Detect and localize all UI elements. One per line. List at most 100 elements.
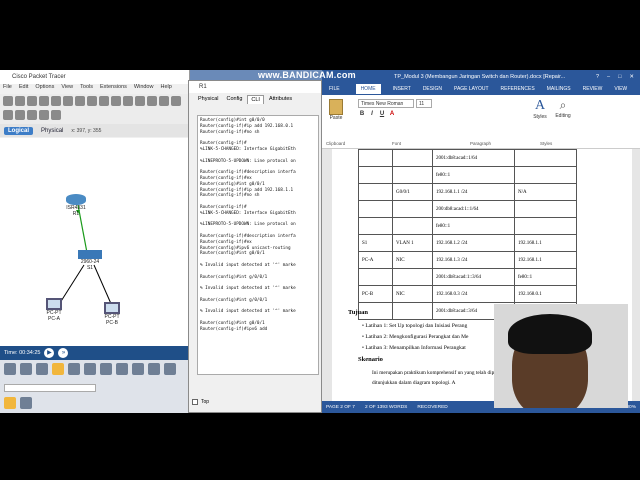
page-count[interactable]: PAGE 2 OF 7 xyxy=(326,405,355,410)
pt-menu-extensions[interactable]: Extensions xyxy=(100,84,127,94)
device-palette xyxy=(0,360,190,413)
table-row: fe80::1 xyxy=(358,166,577,184)
delete-icon[interactable] xyxy=(171,96,181,106)
pt-menu-view[interactable]: View xyxy=(61,84,73,94)
open-icon[interactable] xyxy=(15,96,25,106)
font-size-select[interactable]: 11 xyxy=(416,99,432,108)
desktop-screen: Cisco Packet Tracer File Edit Options Vi… xyxy=(0,70,640,413)
underline-icon[interactable]: U xyxy=(378,111,386,117)
table-cell: 192.168.1.1 xyxy=(514,234,577,252)
switch-s1[interactable]: 2960-24 S1 xyxy=(78,250,102,271)
minimize-icon[interactable]: – xyxy=(607,74,610,80)
table-cell xyxy=(358,217,393,235)
tab-references[interactable]: REFERENCES xyxy=(501,86,535,92)
ribbon-group-labels: Clipboard Font Paragraph Styles xyxy=(322,141,640,146)
draw-icon[interactable] xyxy=(15,110,25,120)
pt-menu-window[interactable]: Window xyxy=(134,84,154,94)
pt-menu-help[interactable]: Help xyxy=(160,84,171,94)
tab-view[interactable]: VIEW xyxy=(614,86,627,92)
network-icon[interactable] xyxy=(63,96,73,106)
fast-forward-icon[interactable]: » xyxy=(58,348,69,358)
straight-cable-icon[interactable] xyxy=(132,363,144,375)
bold-icon[interactable]: B xyxy=(358,111,366,117)
grid-icon[interactable] xyxy=(20,397,32,409)
help-icon[interactable]: ? xyxy=(596,74,599,80)
tab-logical[interactable]: Logical xyxy=(4,126,34,135)
tab-physical[interactable]: Physical xyxy=(37,127,67,135)
close-icon[interactable]: ✕ xyxy=(629,74,634,80)
misc-icon[interactable] xyxy=(68,363,80,375)
table-cell: 192.168.1.2 /24 xyxy=(432,234,515,252)
auto-connect-icon[interactable] xyxy=(4,397,16,409)
top-checkbox[interactable] xyxy=(192,399,198,405)
table-cell: G0/0/1 xyxy=(392,183,433,201)
pt-title: Cisco Packet Tracer xyxy=(0,70,189,84)
table-cell xyxy=(358,268,393,286)
recorder-watermark: www.BANDICAM.com xyxy=(258,70,356,80)
tab-file[interactable]: FILE xyxy=(325,85,344,93)
search-icon[interactable] xyxy=(159,96,169,106)
pt-menu-bar: File Edit Options View Tools Extensions … xyxy=(0,84,189,94)
select-icon[interactable] xyxy=(147,96,157,106)
pc-icon xyxy=(46,298,62,310)
tab-config[interactable]: Config xyxy=(223,95,245,103)
fiber-cable-icon[interactable] xyxy=(164,363,176,375)
font-color-icon[interactable]: A xyxy=(388,111,396,117)
zoom-out-icon[interactable] xyxy=(135,96,145,106)
tab-home[interactable]: HOME xyxy=(355,84,381,94)
components-icon[interactable] xyxy=(36,363,48,375)
pdu-icon[interactable] xyxy=(39,110,49,120)
pc-b[interactable]: PC-PT PC-B xyxy=(104,302,120,326)
network-devices-icon[interactable] xyxy=(4,363,16,375)
tab-physical[interactable]: Physical xyxy=(195,95,221,103)
tab-insert[interactable]: INSERT xyxy=(393,86,411,92)
pt-menu-options[interactable]: Options xyxy=(35,84,54,94)
zoom-in-icon[interactable] xyxy=(123,96,133,106)
copy-icon[interactable] xyxy=(75,96,85,106)
tab-cli[interactable]: CLI xyxy=(247,94,264,104)
new-icon[interactable] xyxy=(3,96,13,106)
tab-attributes[interactable]: Attributes xyxy=(266,95,295,103)
pt-menu-edit[interactable]: Edit xyxy=(19,84,28,94)
complex-pdu-icon[interactable] xyxy=(51,110,61,120)
cli-terminal[interactable]: Router(config)#int g0/0/0 Router(config-… xyxy=(197,115,319,375)
table-row: G0/0/1 192.168.1.1 /24 N/A xyxy=(358,183,577,201)
pc-a[interactable]: PC-PT PC-A xyxy=(46,298,62,322)
resize-icon[interactable] xyxy=(27,110,37,120)
router-r1[interactable]: ISR4331 R1 xyxy=(66,194,86,217)
paste-button[interactable]: Paste xyxy=(328,99,344,125)
paste-icon[interactable] xyxy=(87,96,97,106)
tab-design[interactable]: DESIGN xyxy=(423,86,442,92)
undo-icon[interactable] xyxy=(99,96,109,106)
word-count[interactable]: 2 OF 1393 WORDS xyxy=(365,405,407,410)
lightning-icon[interactable] xyxy=(100,363,112,375)
table-cell: 192.168.1.1 /24 xyxy=(432,183,515,201)
maximize-icon[interactable]: □ xyxy=(618,74,621,80)
webcam-overlay xyxy=(494,304,628,408)
connections-icon[interactable] xyxy=(52,363,64,375)
table-cell xyxy=(358,200,393,218)
play-icon[interactable]: ▶ xyxy=(44,348,55,358)
multiuser-icon[interactable] xyxy=(84,363,96,375)
italic-icon[interactable]: I xyxy=(368,111,376,117)
tab-page-layout[interactable]: PAGE LAYOUT xyxy=(454,86,489,92)
tab-mailings[interactable]: MAILINGS xyxy=(547,86,571,92)
editing-button[interactable]: ⌕ Editing xyxy=(552,98,574,119)
print-icon[interactable] xyxy=(39,96,49,106)
tab-review[interactable]: REVIEW xyxy=(583,86,603,92)
paste-label: Paste xyxy=(329,115,343,121)
save-icon[interactable] xyxy=(27,96,37,106)
switch-name-label: S1 xyxy=(86,265,94,271)
end-devices-icon[interactable] xyxy=(20,363,32,375)
inspect-icon[interactable] xyxy=(3,110,13,120)
device-search-field[interactable] xyxy=(4,384,96,392)
info-icon[interactable] xyxy=(51,96,61,106)
pt-menu-tools[interactable]: Tools xyxy=(80,84,93,94)
topology-canvas[interactable]: ISR4331 R1 2960-24 S1 PC-PT PC-A PC-PT P… xyxy=(0,138,190,346)
pt-menu-file[interactable]: File xyxy=(3,84,12,94)
cross-cable-icon[interactable] xyxy=(148,363,160,375)
font-name-select[interactable]: Times New Roman xyxy=(358,99,414,108)
styles-button[interactable]: A Styles xyxy=(530,98,550,120)
redo-icon[interactable] xyxy=(111,96,121,106)
console-cable-icon[interactable] xyxy=(116,363,128,375)
